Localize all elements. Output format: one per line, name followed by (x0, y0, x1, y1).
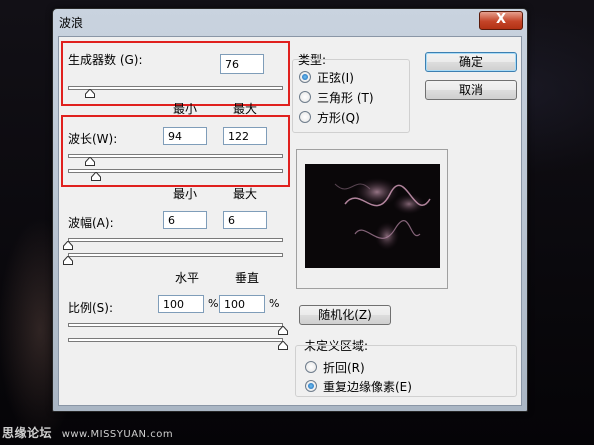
slider-thumb-icon (278, 341, 288, 350)
wavelength-label: 波长(W): (68, 132, 118, 146)
dialog-client: 生成器数 (G): 76 最小 最大 波长(W): 94 122 最小 最大 波… (58, 36, 522, 406)
scale-label: 比例(S): (68, 301, 114, 315)
ok-button[interactable]: 确定 (425, 52, 517, 72)
wavelength-min-slider[interactable] (68, 154, 283, 158)
wave-preview-graphic (334, 178, 431, 250)
wrap-around-radio[interactable] (305, 361, 317, 373)
type-triangle-label: 三角形 (T) (317, 91, 374, 105)
generators-slider[interactable] (68, 86, 283, 90)
title-bar: 波浪 X (53, 9, 527, 35)
type-square-label: 方形(Q) (317, 111, 360, 125)
close-button[interactable]: X (479, 11, 523, 30)
amplitude-max-slider[interactable] (68, 253, 283, 257)
wavelength-max-input[interactable]: 122 (223, 127, 267, 145)
amplitude-min-slider[interactable] (68, 238, 283, 242)
scale-horizontal-unit: % (208, 297, 219, 310)
randomize-button[interactable]: 随机化(Z) (299, 305, 391, 325)
amplitude-max-slider-thumb[interactable] (63, 256, 73, 265)
type-sine-radio[interactable] (299, 71, 311, 83)
amplitude-min-slider-thumb[interactable] (63, 241, 73, 250)
wavelength-max-slider-thumb[interactable] (90, 172, 101, 181)
repeat-edge-radio[interactable] (305, 380, 317, 392)
amplitude-max-header: 最大 (233, 187, 258, 201)
amplitude-min-header: 最小 (173, 187, 198, 201)
dialog-title: 波浪 (59, 16, 84, 30)
watermark-url: www.MISSYUAN.com (61, 429, 174, 440)
type-triangle-radio[interactable] (299, 91, 311, 103)
slider-thumb-icon (90, 172, 101, 181)
type-sine-label: 正弦(I) (317, 71, 354, 85)
scale-vertical-slider-thumb[interactable] (278, 341, 288, 350)
watermark-cn: 思缘论坛 (2, 426, 53, 440)
type-square-radio[interactable] (299, 111, 311, 123)
scale-vertical-header: 垂直 (235, 271, 260, 285)
repeat-edge-label: 重复边缘像素(E) (323, 380, 412, 394)
slider-thumb-icon (63, 256, 73, 265)
preview-image (305, 164, 440, 268)
scale-horizontal-slider[interactable] (68, 323, 283, 327)
scale-vertical-unit: % (269, 297, 280, 310)
scale-vertical-slider[interactable] (68, 338, 283, 342)
slider-thumb-icon (63, 241, 73, 250)
amplitude-max-input[interactable]: 6 (223, 211, 267, 229)
generators-slider-thumb[interactable] (84, 89, 95, 98)
preview-frame (296, 149, 448, 289)
wavelength-min-input[interactable]: 94 (163, 127, 207, 145)
scale-horizontal-header: 水平 (175, 271, 200, 285)
generators-input[interactable]: 76 (220, 54, 264, 74)
slider-thumb-icon (84, 89, 95, 98)
wavelength-min-slider-thumb[interactable] (84, 157, 95, 166)
wave-dialog: 波浪 X 生成器数 (G): 76 最小 最大 波长(W): 94 122 最小… (52, 8, 528, 412)
close-icon: X (495, 12, 507, 27)
amplitude-min-input[interactable]: 6 (163, 211, 207, 229)
slider-thumb-icon (278, 326, 288, 335)
cancel-button[interactable]: 取消 (425, 80, 517, 100)
scale-vertical-input[interactable]: 100 (219, 295, 265, 313)
scale-horizontal-slider-thumb[interactable] (278, 326, 288, 335)
slider-thumb-icon (84, 157, 95, 166)
watermark: 思缘论坛 www.MISSYUAN.com (2, 424, 173, 441)
scale-horizontal-input[interactable]: 100 (158, 295, 204, 313)
generators-label: 生成器数 (G): (68, 53, 143, 67)
wrap-around-label: 折回(R) (323, 361, 365, 375)
amplitude-label: 波幅(A): (68, 216, 114, 230)
